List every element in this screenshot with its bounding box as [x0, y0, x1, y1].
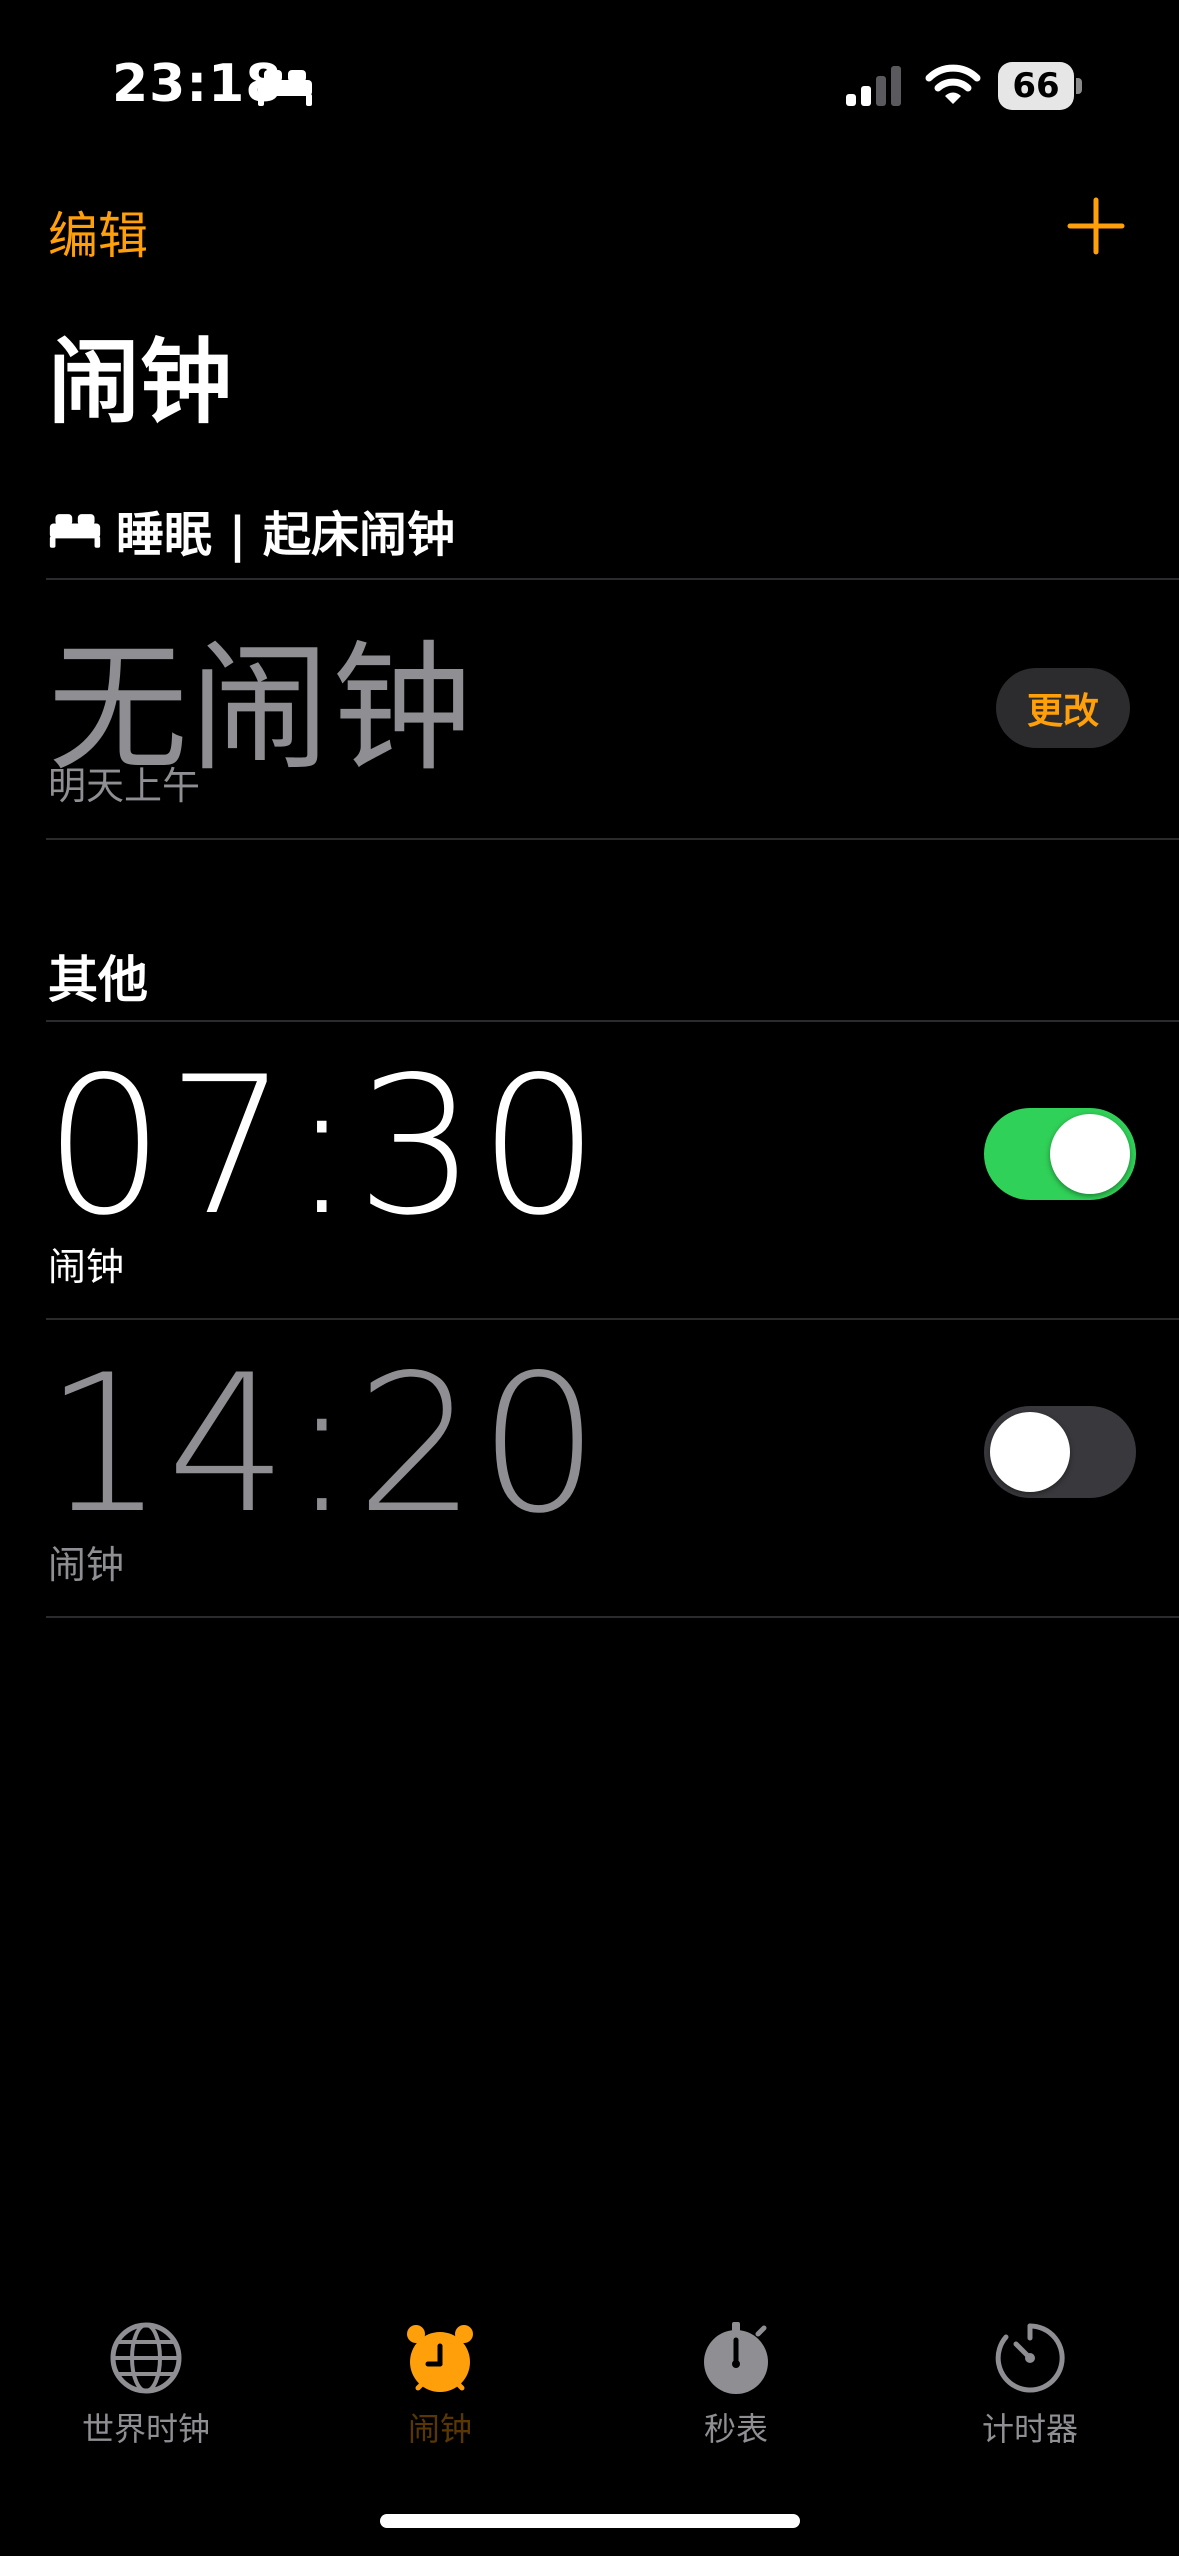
alarm-time: 07:30	[44, 1036, 602, 1257]
divider	[46, 838, 1179, 840]
edit-button[interactable]: 编辑	[48, 196, 148, 268]
alarm-time: 14:20	[44, 1334, 602, 1555]
battery-icon: 66	[998, 62, 1082, 110]
tab-stopwatch[interactable]: 秒表	[646, 2320, 826, 2450]
bed-icon	[258, 70, 312, 106]
alarm-label: 闹钟	[48, 1543, 125, 1587]
page-title: 闹钟	[48, 329, 233, 436]
tab-timer[interactable]: 计时器	[940, 2320, 1120, 2450]
sleep-section-header: 睡眠 | 起床闹钟	[48, 502, 455, 563]
sleep-header-label: 睡眠 | 起床闹钟	[116, 507, 455, 563]
stopwatch-icon	[704, 2322, 768, 2394]
alarm-label: 闹钟	[48, 1245, 125, 1289]
divider	[46, 1318, 1179, 1320]
plus-icon[interactable]	[1066, 196, 1126, 256]
timer-icon	[995, 2323, 1065, 2393]
tab-label: 世界时钟	[81, 2410, 210, 2448]
sleep-subtitle: 明天上午	[48, 764, 201, 808]
divider	[46, 578, 1179, 580]
bed-icon	[49, 514, 101, 548]
cellular-signal-icon	[846, 66, 901, 106]
alarm-toggle[interactable]	[984, 1108, 1136, 1200]
alarm-toggle[interactable]	[984, 1406, 1136, 1498]
battery-level: 66	[1012, 66, 1060, 106]
divider	[46, 1616, 1179, 1618]
home-indicator[interactable]	[380, 2514, 800, 2528]
globe-icon	[110, 2322, 182, 2394]
tab-label: 秒表	[703, 2410, 768, 2448]
alarm-clock-icon	[407, 2325, 473, 2392]
other-section-header: 其他	[48, 951, 148, 1009]
divider	[46, 1020, 1179, 1022]
tab-label: 计时器	[981, 2410, 1078, 2448]
tab-world-clock[interactable]: 世界时钟	[56, 2320, 236, 2450]
tab-alarm[interactable]: 闹钟	[350, 2320, 530, 2450]
change-button[interactable]: 更改	[996, 668, 1130, 748]
tab-label: 闹钟	[407, 2410, 472, 2448]
wifi-icon	[925, 64, 981, 104]
